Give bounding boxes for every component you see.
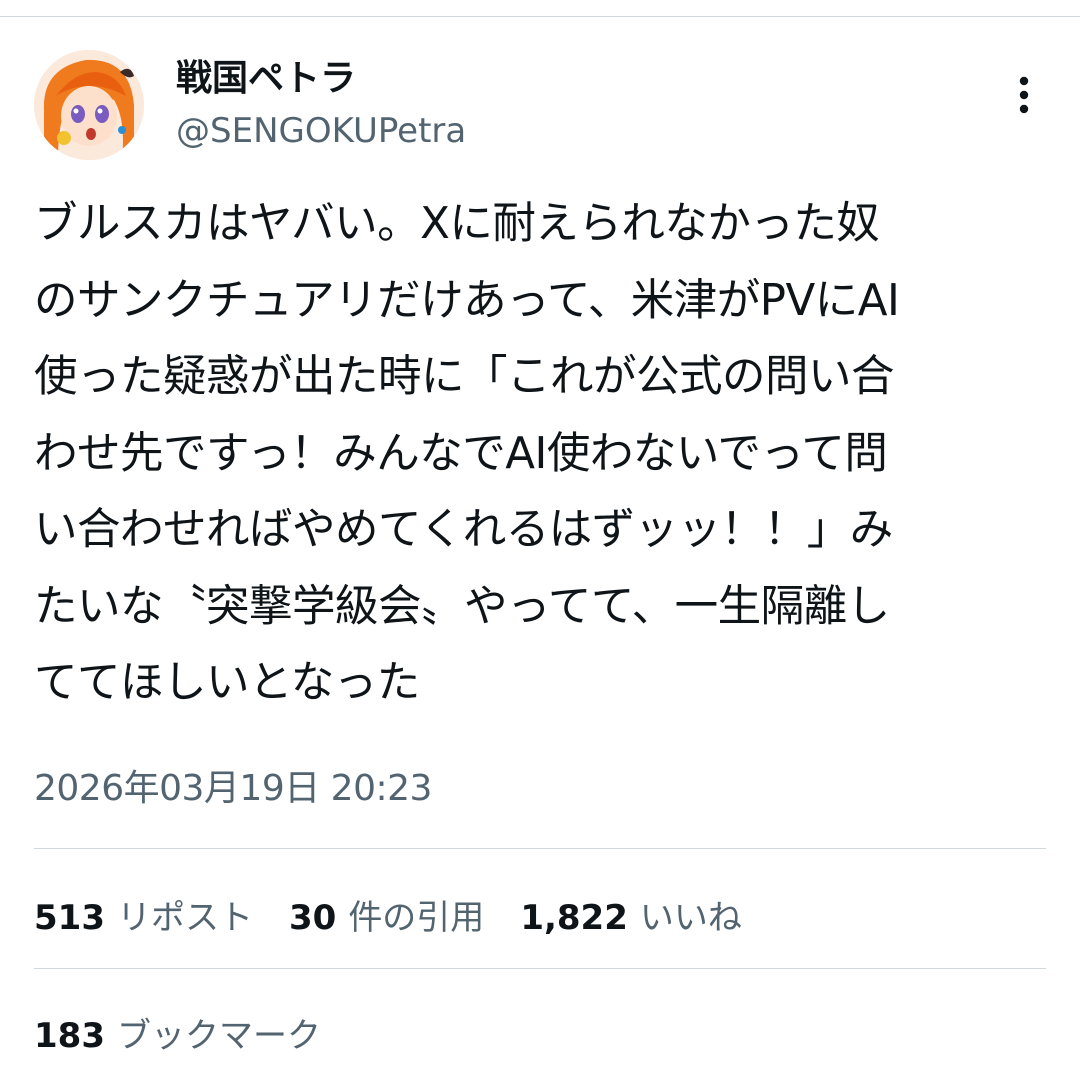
tweet-text-line: ブルスカはヤバい。Xに耐えられなかった奴 <box>34 199 880 249</box>
divider <box>34 968 1046 969</box>
user-handle[interactable]: @SENGOKUPetra <box>176 110 466 152</box>
tweet-text-line: のサンクチュアリだけあって、米津がPVにAI <box>34 275 900 326</box>
bookmarks-stat[interactable]: 183 ブックマーク <box>34 1006 321 1058</box>
quotes-label: 件の引用 <box>348 897 485 938</box>
more-options-button[interactable] <box>1002 70 1046 120</box>
top-divider <box>0 16 1080 17</box>
likes-count: 1,822 <box>520 897 628 938</box>
avatar-illustration <box>34 50 144 160</box>
quotes-stat[interactable]: 30 件の引用 <box>289 890 484 939</box>
tweet-timestamp[interactable]: 2026年03月19日 20:23 <box>34 766 432 812</box>
bookmarks-label: ブックマーク <box>116 1015 321 1056</box>
likes-stat[interactable]: 1,822 いいね <box>520 890 742 939</box>
reposts-stat[interactable]: 513 リポスト <box>34 890 253 939</box>
tweet-text-line: い合わせればやめてくれるはずッッ！！」み <box>34 505 893 555</box>
likes-label: いいね <box>639 897 742 938</box>
tweet-text-line: わせ先ですっ！みんなでAI使わないでって問 <box>34 428 888 479</box>
tweet-text: ブルスカはヤバい。Xに耐えられなかった奴 のサンクチュアリだけあって、米津がPV… <box>34 186 1046 722</box>
engagement-stats: 513 リポスト 30 件の引用 1,822 いいね <box>34 888 778 940</box>
bookmarks-stat-inner: 183 ブックマーク <box>34 1008 321 1057</box>
bookmarks-count: 183 <box>34 1015 105 1056</box>
tweet-text-line: たいな〝突撃学級会〟やってて、一生隔離し <box>34 581 890 632</box>
tweet-text-line: 使った疑惑が出た時に「これが公式の問い合 <box>34 352 895 402</box>
more-vertical-icon <box>1019 76 1029 114</box>
divider <box>34 848 1046 849</box>
avatar[interactable] <box>34 50 144 160</box>
reposts-label: リポスト <box>116 897 253 938</box>
tweet-text-line: ててほしいとなった <box>34 658 420 708</box>
display-name[interactable]: 戦国ペトラ <box>176 56 356 102</box>
quotes-count: 30 <box>288 897 337 938</box>
reposts-count: 513 <box>34 897 105 938</box>
